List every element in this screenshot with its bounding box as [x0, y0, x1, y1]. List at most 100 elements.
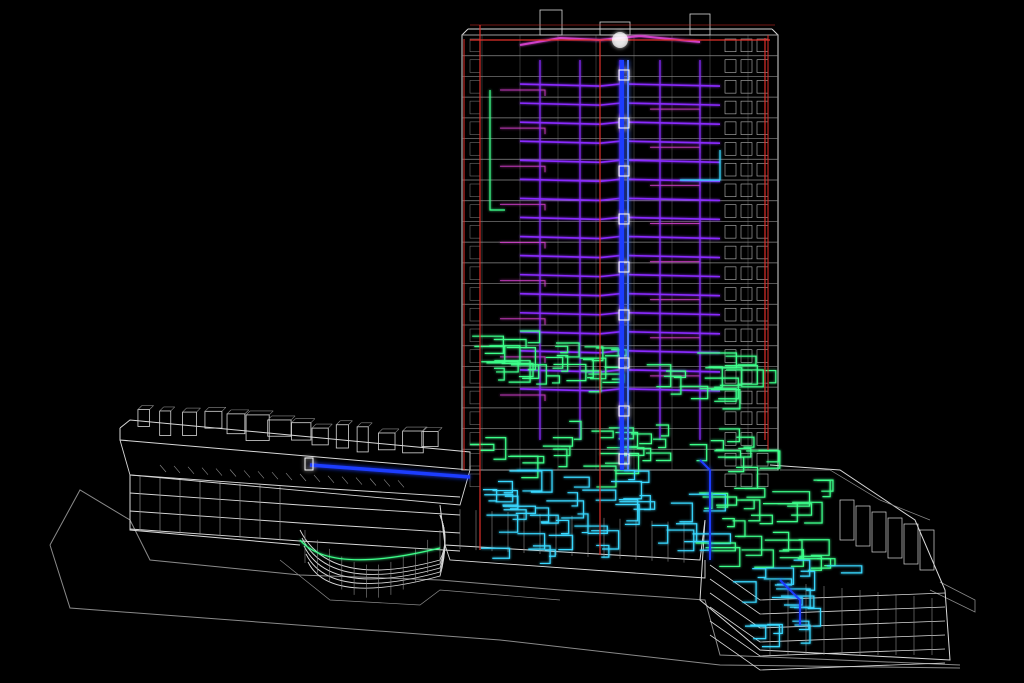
tower-window — [756, 225, 769, 239]
floor-branch-pipe — [519, 388, 621, 392]
duct-branch — [494, 367, 505, 381]
tower-window — [469, 390, 481, 405]
fixture-pipe — [650, 299, 701, 306]
podium-structure — [119, 405, 706, 598]
fixture-pipe — [500, 242, 546, 249]
tower-window — [724, 59, 737, 73]
floor-branch-pipe — [519, 121, 621, 125]
duct-branch — [582, 489, 617, 501]
rooftop-unit — [245, 414, 270, 441]
tower-window — [724, 183, 737, 198]
annex-floor — [709, 634, 946, 671]
duct-branch — [486, 514, 519, 533]
tower-window — [756, 390, 769, 405]
floor-branch-pipe — [627, 235, 721, 240]
lower-podium-base — [444, 544, 706, 579]
tower-window — [740, 370, 753, 384]
duct-branch — [670, 502, 693, 523]
annex-roof-edge — [780, 469, 931, 521]
annex-stair-box — [871, 511, 887, 553]
parking-stall — [243, 470, 251, 478]
tower-window — [756, 142, 769, 156]
duct-branch — [552, 448, 568, 468]
tower-window — [724, 80, 737, 94]
podium-floor-line — [129, 528, 461, 552]
duct-branch — [472, 335, 505, 354]
tower-window — [756, 452, 769, 467]
floor-branch-pipe — [627, 140, 721, 145]
tower-window — [756, 204, 769, 218]
floor-branch-pipe — [519, 140, 621, 145]
tower-window — [756, 307, 769, 322]
tower-window — [740, 245, 753, 260]
annex-blue-run — [779, 579, 801, 625]
rooftop-unit — [311, 427, 329, 446]
duct-branch — [764, 539, 803, 559]
floor-branch-pipe — [519, 216, 621, 221]
roof-tower-box — [689, 13, 711, 36]
roof-tower-box — [539, 9, 563, 36]
floor-branch-pipe — [519, 197, 621, 202]
tower-window — [756, 287, 769, 301]
rooftop-unit-edge — [378, 428, 383, 434]
plumbing-system — [500, 34, 721, 440]
rooftop-unit-edge — [437, 427, 443, 432]
rooftop-unit-edge — [226, 409, 232, 415]
fixture-pipe — [650, 222, 701, 230]
tower-window — [724, 38, 737, 53]
duct-branch — [517, 533, 546, 550]
tower-window — [740, 183, 753, 198]
duct-branch — [733, 581, 757, 603]
parking-stall — [369, 478, 377, 486]
tower-window — [469, 473, 481, 488]
tower-window — [724, 452, 737, 467]
floor-branch-pipe — [627, 311, 721, 316]
hvac-ducts — [299, 90, 863, 648]
tower-window — [469, 328, 481, 343]
annex-stair-box — [839, 499, 855, 541]
rooftop-unit — [378, 432, 396, 451]
parking-stall — [313, 474, 321, 483]
tower-window — [756, 411, 769, 425]
rooftop-unit-edge — [336, 420, 341, 425]
duct-branch — [817, 479, 831, 498]
duct-branch — [579, 357, 607, 380]
duct-branch — [655, 424, 670, 437]
rooftop-unit — [402, 430, 424, 454]
duct-branch — [480, 547, 511, 559]
rooftop-unit-edge — [245, 410, 251, 416]
tower-window — [740, 266, 753, 280]
rooftop-unit — [291, 422, 312, 441]
duct-branch — [569, 420, 582, 440]
bim-viewport[interactable] — [0, 0, 1024, 683]
tower-window — [724, 432, 737, 446]
rooftop-unit — [356, 426, 369, 453]
tower-top-edge — [461, 28, 469, 36]
duct-branch — [577, 513, 589, 534]
parking-stall — [271, 472, 279, 480]
duct-branch — [583, 358, 594, 379]
tower-window — [724, 121, 737, 135]
fixture-pipe — [650, 184, 701, 192]
rooftop-unit-edge — [311, 423, 317, 429]
duct-branch — [542, 445, 571, 457]
duct-branch — [553, 363, 587, 382]
rooftop-unit-edge — [244, 409, 250, 415]
duct-branch — [817, 558, 836, 567]
tower-window — [469, 287, 481, 301]
duct-branch — [717, 456, 745, 473]
floor-branch-pipe — [519, 292, 621, 297]
duct-branch — [634, 470, 650, 483]
tower-window — [756, 349, 769, 363]
duct-branch — [758, 449, 780, 463]
tower-window — [740, 100, 753, 115]
hvac-riser — [489, 90, 505, 211]
fixture-pipe — [650, 108, 701, 116]
parking-stall — [215, 468, 223, 476]
tower-window — [724, 204, 737, 218]
tower-top-edge — [771, 28, 779, 36]
annex-floor — [709, 564, 946, 601]
tower-window — [756, 121, 769, 135]
duct-branch — [736, 499, 755, 510]
tower-window — [740, 225, 753, 239]
